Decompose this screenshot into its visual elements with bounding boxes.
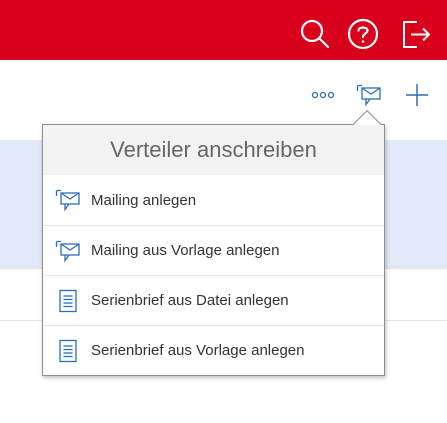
help-icon[interactable] bbox=[346, 17, 380, 51]
mailing-icon bbox=[55, 187, 81, 213]
mailing-popover: Verteiler anschreiben Mailing anlegen Ma… bbox=[42, 124, 385, 376]
popover-title: Verteiler anschreiben bbox=[43, 125, 384, 175]
menu-item-mailing-anlegen[interactable]: Mailing anlegen bbox=[43, 175, 384, 225]
menu-item-serienbrief-aus-vorlage[interactable]: Serienbrief aus Vorlage anlegen bbox=[43, 325, 384, 375]
add-icon[interactable] bbox=[404, 82, 430, 108]
menu-item-label: Serienbrief aus Datei anlegen bbox=[91, 292, 289, 309]
logout-icon[interactable] bbox=[398, 17, 432, 51]
menu-item-mailing-aus-vorlage[interactable]: Mailing aus Vorlage anlegen bbox=[43, 225, 384, 275]
menu-item-label: Serienbrief aus Vorlage anlegen bbox=[91, 342, 305, 359]
more-icon[interactable] bbox=[310, 82, 336, 108]
top-bar bbox=[0, 0, 447, 60]
menu-item-serienbrief-aus-datei[interactable]: Serienbrief aus Datei anlegen bbox=[43, 275, 384, 325]
menu-item-label: Mailing anlegen bbox=[91, 191, 197, 209]
menu-item-label: Mailing aus Vorlage anlegen bbox=[91, 242, 280, 259]
mailing-icon[interactable] bbox=[356, 82, 382, 108]
mailing-icon bbox=[55, 238, 81, 264]
search-icon[interactable] bbox=[298, 17, 332, 51]
document-icon bbox=[55, 338, 81, 364]
document-icon bbox=[55, 288, 81, 314]
